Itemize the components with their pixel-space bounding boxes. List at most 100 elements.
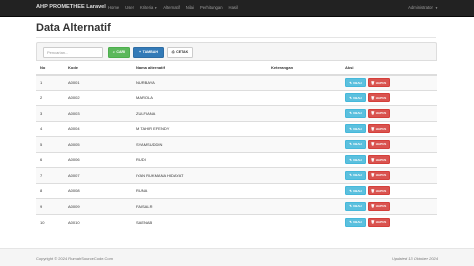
delete-button[interactable]: 🗑 HAPUS	[367, 201, 390, 211]
header-aksi: Aksi	[341, 60, 437, 76]
delete-button[interactable]: 🗑 HAPUS	[367, 186, 390, 196]
footer-updated: Updated 13 Oktober 2024	[391, 256, 438, 261]
search-button[interactable]: ⌕ CARI	[108, 47, 130, 58]
edit-button[interactable]: ✎ UBAH	[345, 124, 366, 134]
cell-nama: IYAN RUKMANA HIDAYAT	[132, 167, 267, 183]
row-actions: ✎ UBAH 🗑 HAPUS	[345, 108, 433, 118]
cell-aksi: ✎ UBAH 🗑 HAPUS	[341, 74, 437, 90]
table-row: 5 A0005 SYAMSUDDIN ✎ UBAH 🗑 HAPUS	[36, 136, 437, 152]
table-row: 4 A0004 M TAHIR EFENDY ✎ UBAH 🗑 HAPUS	[36, 120, 437, 137]
cell-aksi: ✎ UBAH 🗑 HAPUS	[341, 136, 437, 152]
cell-no: 7	[36, 167, 64, 183]
row-actions: ✎ UBAH 🗑 HAPUS	[345, 155, 433, 165]
cell-kode: A0003	[64, 105, 132, 121]
nav-item-hasil[interactable]: Hasil	[229, 5, 238, 10]
cell-nama: NURBAYA	[132, 74, 267, 90]
edit-button[interactable]: ✎ UBAH	[345, 217, 366, 227]
delete-button[interactable]: 🗑 HAPUS	[367, 217, 390, 227]
footer-copyright: Copyright © 2024 RumahSourceCode.Com	[36, 256, 113, 261]
trash-icon: 🗑	[370, 188, 375, 193]
edit-icon: ✎	[349, 188, 352, 193]
edit-button[interactable]: ✎ UBAH	[345, 186, 366, 196]
toolbar-panel: ⌕ CARI + TAMBAH ⎙ CETAK	[36, 42, 437, 60]
delete-button-label: HAPUS	[375, 157, 387, 162]
edit-button[interactable]: ✎ UBAH	[345, 155, 366, 165]
row-actions: ✎ UBAH 🗑 HAPUS	[345, 186, 433, 196]
print-button[interactable]: ⎙ CETAK	[167, 47, 193, 58]
nav-item-kriteria[interactable]: Kriteria▼	[140, 5, 157, 10]
cell-kode: A0009	[64, 198, 132, 214]
edit-icon: ✎	[349, 95, 352, 100]
cell-nama: M TAHIR EFENDY	[132, 120, 267, 137]
edit-button[interactable]: ✎ UBAH	[345, 139, 366, 149]
nav-item-nilai[interactable]: Nilai	[186, 5, 194, 10]
edit-button[interactable]: ✎ UBAH	[345, 201, 366, 211]
add-button[interactable]: + TAMBAH	[133, 47, 164, 58]
cell-kode: A0010	[64, 213, 132, 230]
row-actions: ✎ UBAH 🗑 HAPUS	[345, 170, 433, 180]
edit-button[interactable]: ✎ UBAH	[345, 108, 366, 118]
cell-aksi: ✎ UBAH 🗑 HAPUS	[341, 182, 437, 199]
cell-no: 3	[36, 105, 64, 121]
edit-button[interactable]: ✎ UBAH	[345, 170, 366, 180]
edit-button-label: UBAH	[353, 188, 362, 193]
cell-keterangan	[267, 167, 341, 183]
cell-no: 5	[36, 136, 64, 152]
nav-item-alternatif[interactable]: Alternatif	[163, 5, 180, 10]
delete-button[interactable]: 🗑 HAPUS	[367, 78, 390, 87]
cell-keterangan	[267, 120, 341, 137]
delete-button[interactable]: 🗑 HAPUS	[367, 93, 390, 103]
plus-icon: +	[139, 50, 142, 54]
delete-button[interactable]: 🗑 HAPUS	[367, 139, 390, 149]
trash-icon: 🗑	[370, 173, 375, 178]
delete-button-label: HAPUS	[375, 173, 387, 178]
cell-keterangan	[267, 136, 341, 152]
edit-button[interactable]: ✎ UBAH	[345, 78, 366, 87]
delete-button-label: HAPUS	[375, 188, 387, 193]
cell-nama: MAROLA	[132, 89, 267, 106]
header-keterangan: Keterangan	[267, 60, 341, 76]
delete-button-label: HAPUS	[375, 204, 387, 209]
title-divider	[36, 37, 436, 38]
add-button-label: TAMBAH	[142, 50, 158, 54]
edit-icon: ✎	[349, 111, 352, 116]
alternatif-table: No Kode Nama alternatif Keterangan Aksi …	[36, 60, 437, 230]
cell-keterangan	[267, 151, 341, 168]
delete-button[interactable]: 🗑 HAPUS	[367, 108, 390, 118]
row-actions: ✎ UBAH 🗑 HAPUS	[345, 217, 433, 227]
cell-nama: SYAMSUDDIN	[132, 136, 267, 152]
cell-aksi: ✎ UBAH 🗑 HAPUS	[341, 167, 437, 183]
nav-item-user[interactable]: User	[125, 5, 134, 10]
table-row: 7 A0007 IYAN RUKMANA HIDAYAT ✎ UBAH 🗑 HAPUS	[36, 167, 437, 183]
cell-keterangan	[267, 74, 341, 90]
navbar-brand[interactable]: AHP PROMETHEE Laravel	[36, 4, 106, 10]
trash-icon: 🗑	[370, 204, 375, 209]
cell-no: 2	[36, 89, 64, 106]
cell-no: 6	[36, 151, 64, 168]
trash-icon: 🗑	[370, 95, 375, 100]
edit-button-label: UBAH	[353, 126, 362, 131]
cell-keterangan	[267, 182, 341, 199]
search-input[interactable]	[43, 47, 103, 58]
cell-kode: A0006	[64, 151, 132, 168]
delete-button[interactable]: 🗑 HAPUS	[367, 155, 390, 165]
user-menu-label: Administrator	[408, 5, 433, 10]
row-actions: ✎ UBAH 🗑 HAPUS	[345, 124, 433, 134]
delete-button[interactable]: 🗑 HAPUS	[367, 124, 390, 134]
cell-no: 9	[36, 198, 64, 214]
delete-button[interactable]: 🗑 HAPUS	[367, 170, 390, 180]
edit-button-label: UBAH	[353, 157, 362, 162]
table-row: 1 A0001 NURBAYA ✎ UBAH 🗑 HAPUS	[36, 74, 437, 90]
user-menu[interactable]: Administrator ▼	[408, 5, 438, 10]
cell-aksi: ✎ UBAH 🗑 HAPUS	[341, 120, 437, 137]
nav-item-home[interactable]: Home	[108, 5, 119, 10]
delete-button-label: HAPUS	[375, 111, 387, 116]
cell-kode: A0007	[64, 167, 132, 183]
cell-no: 1	[36, 74, 64, 90]
edit-button[interactable]: ✎ UBAH	[345, 93, 366, 103]
cell-keterangan	[267, 105, 341, 121]
table-row: 9 A0009 FAISALR ✎ UBAH 🗑 HAPUS	[36, 198, 437, 214]
edit-icon: ✎	[349, 142, 352, 147]
footer: Copyright © 2024 RumahSourceCode.Com Upd…	[0, 248, 474, 266]
nav-item-perhitungan[interactable]: Perhitungan	[200, 5, 223, 10]
